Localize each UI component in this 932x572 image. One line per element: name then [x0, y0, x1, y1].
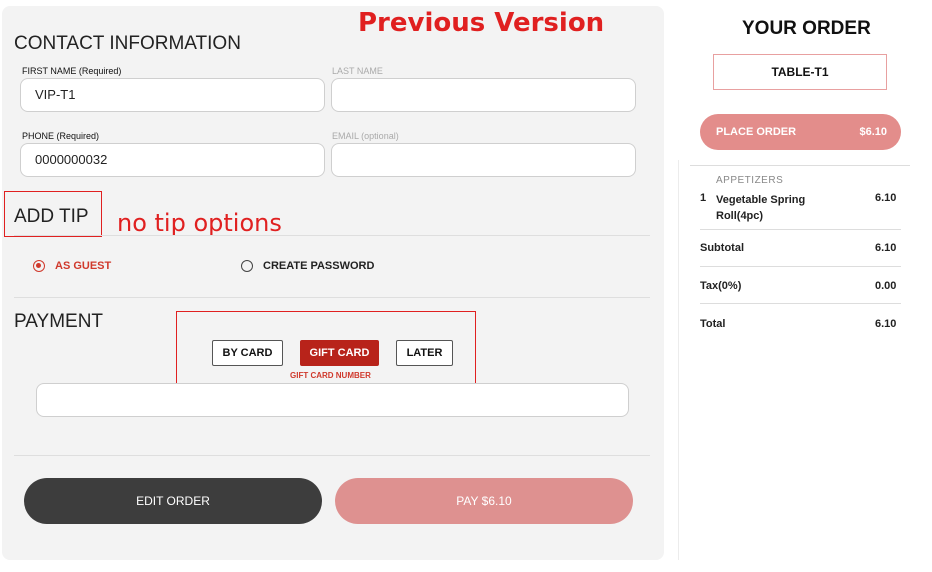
- add-tip-heading: ADD TIP: [14, 206, 89, 227]
- annotation-no-tip-note: no tip options: [117, 209, 282, 237]
- account-divider: [14, 297, 650, 298]
- contact-heading: CONTACT INFORMATION: [14, 33, 241, 54]
- last-name-label: LAST NAME: [332, 66, 383, 76]
- tax-value: 0.00: [875, 280, 897, 292]
- radio-checked-icon: [33, 260, 45, 272]
- edit-order-button[interactable]: EDIT ORDER: [24, 478, 322, 524]
- radio-create-password[interactable]: CREATE PASSWORD: [241, 260, 374, 272]
- total-value: 6.10: [875, 318, 897, 330]
- phone-label: PHONE (Required): [22, 131, 100, 141]
- gift-card-number-field[interactable]: [36, 383, 629, 417]
- order-divider-top: [690, 165, 910, 166]
- email-label: EMAIL (optional): [332, 131, 399, 141]
- tax-label: Tax(0%): [700, 280, 742, 292]
- gift-card-number-label: GIFT CARD NUMBER: [290, 371, 371, 380]
- place-order-button[interactable]: PLACE ORDER $6.10: [700, 114, 901, 150]
- checkout-page: Previous Version CONTACT INFORMATION FIR…: [0, 0, 932, 572]
- subtotal-value: 6.10: [875, 242, 897, 254]
- radio-unchecked-icon: [241, 260, 253, 272]
- last-name-field[interactable]: [331, 78, 636, 112]
- phone-field[interactable]: 0000000032: [20, 143, 325, 177]
- order-divider-items: [700, 229, 901, 230]
- pay-button[interactable]: PAY $6.10: [335, 478, 633, 524]
- email-field[interactable]: [331, 143, 636, 177]
- order-divider-tax: [700, 303, 901, 304]
- subtotal-label: Subtotal: [700, 242, 744, 254]
- payment-heading: PAYMENT: [14, 311, 104, 332]
- radio-as-guest-label: AS GUEST: [55, 260, 112, 272]
- by-card-button[interactable]: BY CARD: [212, 340, 283, 366]
- order-panel-border: [678, 160, 679, 560]
- annotation-previous-version: Previous Version: [358, 8, 605, 38]
- payment-divider: [14, 455, 650, 456]
- your-order-title: YOUR ORDER: [742, 18, 871, 39]
- place-order-amount: $6.10: [859, 126, 887, 138]
- first-name-label: FIRST NAME (Required): [22, 66, 122, 76]
- place-order-label: PLACE ORDER: [716, 126, 797, 138]
- first-name-field[interactable]: VIP-T1: [20, 78, 325, 112]
- later-button[interactable]: LATER: [396, 340, 453, 366]
- gift-card-button[interactable]: GIFT CARD: [300, 340, 379, 366]
- category-label: APPETIZERS: [716, 175, 784, 186]
- tip-divider: [14, 235, 650, 236]
- item-qty: 1: [700, 192, 707, 204]
- table-badge: TABLE-T1: [713, 54, 887, 90]
- radio-as-guest[interactable]: AS GUEST: [33, 260, 111, 272]
- item-name: Vegetable Spring Roll(4pc): [716, 194, 806, 222]
- order-divider-subtotal: [700, 266, 901, 267]
- radio-create-password-label: CREATE PASSWORD: [263, 260, 375, 272]
- total-label: Total: [700, 318, 726, 330]
- item-price: 6.10: [875, 192, 897, 204]
